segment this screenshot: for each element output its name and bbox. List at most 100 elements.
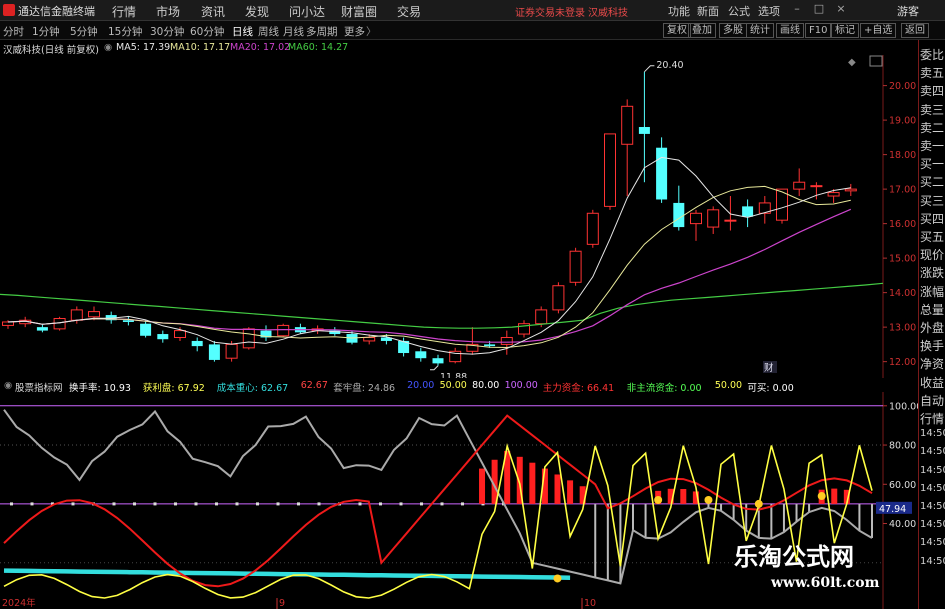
- candle[interactable]: [36, 323, 48, 333]
- candle[interactable]: [656, 137, 668, 203]
- overlay-button[interactable]: 叠加: [688, 23, 716, 38]
- candle[interactable]: [707, 206, 720, 234]
- period-1min[interactable]: 1分钟: [32, 24, 60, 39]
- side-item[interactable]: 卖一: [920, 137, 944, 154]
- candle[interactable]: [724, 196, 737, 231]
- maximize-icon[interactable]: □: [812, 2, 826, 16]
- period-intraday[interactable]: 分时: [3, 24, 24, 39]
- side-item[interactable]: 行情: [920, 410, 944, 427]
- candle[interactable]: [449, 347, 462, 364]
- draw-line-button[interactable]: 画线: [776, 23, 804, 38]
- f10-button[interactable]: F10: [805, 23, 832, 38]
- side-item[interactable]: 收益: [920, 374, 944, 391]
- side-item[interactable]: 14:50: [920, 483, 945, 494]
- signal-dot[interactable]: [654, 495, 663, 504]
- candlestick-chart[interactable]: 20.00 19.00 18.00 17.00 16.00 15.00 14.00 13.00…: [0, 40, 918, 378]
- candle[interactable]: [432, 354, 444, 366]
- side-item[interactable]: 买五: [920, 228, 944, 245]
- side-item[interactable]: 卖二: [920, 119, 944, 136]
- signal-dot[interactable]: [817, 492, 826, 501]
- menu-discover[interactable]: 发现: [245, 3, 269, 20]
- more-arrow-icon[interactable]: 〉: [366, 24, 377, 39]
- candle[interactable]: [140, 320, 152, 338]
- candle[interactable]: [673, 185, 685, 231]
- minimize-icon[interactable]: –: [790, 2, 804, 16]
- signal-dot[interactable]: [754, 499, 763, 508]
- period-15min[interactable]: 15分钟: [108, 24, 142, 39]
- side-item[interactable]: 卖五: [920, 64, 944, 81]
- side-item[interactable]: 涨幅: [920, 283, 944, 300]
- period-monthly[interactable]: 月线: [283, 24, 304, 39]
- candle[interactable]: [157, 330, 169, 343]
- side-item[interactable]: 14:50: [920, 501, 945, 512]
- side-item[interactable]: 买三: [920, 192, 944, 209]
- candle[interactable]: [758, 196, 771, 224]
- indicator-settings-icon[interactable]: ◉: [4, 380, 12, 391]
- menu-market[interactable]: 市场: [156, 3, 180, 20]
- side-item[interactable]: 14:50: [920, 428, 945, 439]
- candle[interactable]: [208, 340, 220, 362]
- side-item[interactable]: 14:50: [920, 519, 945, 530]
- menu-wealth[interactable]: 财富圈: [341, 3, 377, 20]
- menu-new-layout[interactable]: 新面: [697, 3, 719, 19]
- candle[interactable]: [569, 247, 582, 286]
- side-item[interactable]: 14:50: [920, 446, 945, 457]
- candle[interactable]: [844, 183, 857, 197]
- candle[interactable]: [294, 323, 306, 335]
- candle[interactable]: [586, 209, 599, 248]
- side-item[interactable]: 外盘: [920, 319, 944, 336]
- period-5min[interactable]: 5分钟: [70, 24, 98, 39]
- back-button[interactable]: 返回: [901, 23, 929, 38]
- candle[interactable]: [122, 316, 134, 326]
- collapse-icon[interactable]: ◆: [848, 57, 856, 68]
- candle[interactable]: [742, 199, 754, 228]
- close-icon[interactable]: ×: [834, 2, 848, 16]
- side-item[interactable]: 14:50: [920, 556, 945, 567]
- side-item[interactable]: 委比: [920, 46, 944, 63]
- candle[interactable]: [552, 282, 565, 314]
- mark-button[interactable]: 标记: [831, 23, 859, 38]
- side-item[interactable]: 买一: [920, 155, 944, 172]
- menu-formula[interactable]: 公式: [728, 3, 750, 19]
- candle[interactable]: [690, 209, 702, 241]
- side-item[interactable]: 自动: [920, 392, 944, 409]
- side-item[interactable]: 卖三: [920, 101, 944, 118]
- period-multi[interactable]: 多周期: [306, 24, 338, 39]
- side-item[interactable]: 14:50: [920, 537, 945, 548]
- signal-dot[interactable]: [553, 574, 562, 583]
- side-item[interactable]: 净资: [920, 355, 944, 372]
- menu-trade[interactable]: 交易: [397, 3, 421, 20]
- multi-stock-button[interactable]: 多股: [719, 23, 747, 38]
- candle[interactable]: [604, 133, 616, 210]
- signal-dot[interactable]: [704, 495, 713, 504]
- candle[interactable]: [260, 325, 272, 341]
- candle[interactable]: [277, 323, 290, 338]
- side-item[interactable]: 买二: [920, 173, 944, 190]
- period-60min[interactable]: 60分钟: [190, 24, 224, 39]
- period-more[interactable]: 更多: [344, 24, 365, 39]
- period-daily[interactable]: 日线: [232, 24, 253, 39]
- side-item[interactable]: 换手: [920, 337, 944, 354]
- side-item[interactable]: 涨跌: [920, 264, 944, 281]
- menu-ask[interactable]: 问小达: [289, 3, 325, 20]
- guest-user[interactable]: 游客: [897, 3, 919, 19]
- side-item[interactable]: 14:50: [920, 465, 945, 476]
- statistics-button[interactable]: 统计: [746, 23, 774, 38]
- side-item[interactable]: 买四: [920, 210, 944, 227]
- menu-news[interactable]: 资讯: [201, 3, 225, 20]
- adjust-button[interactable]: 复权: [663, 23, 691, 38]
- expand-icon[interactable]: [869, 55, 883, 67]
- candle[interactable]: [518, 320, 530, 338]
- add-watchlist-button[interactable]: +自选: [860, 23, 897, 38]
- period-weekly[interactable]: 周线: [258, 24, 279, 39]
- login-status[interactable]: 证券交易未登录: [515, 4, 585, 19]
- candle[interactable]: [191, 337, 203, 352]
- period-30min[interactable]: 30分钟: [150, 24, 184, 39]
- menu-quotes[interactable]: 行情: [112, 3, 136, 20]
- side-item[interactable]: 总量: [920, 301, 944, 318]
- side-item[interactable]: 卖四: [920, 82, 944, 99]
- candle[interactable]: [621, 99, 634, 197]
- menu-options[interactable]: 选项: [758, 3, 780, 19]
- candle[interactable]: [415, 347, 427, 362]
- menu-function[interactable]: 功能: [668, 3, 690, 19]
